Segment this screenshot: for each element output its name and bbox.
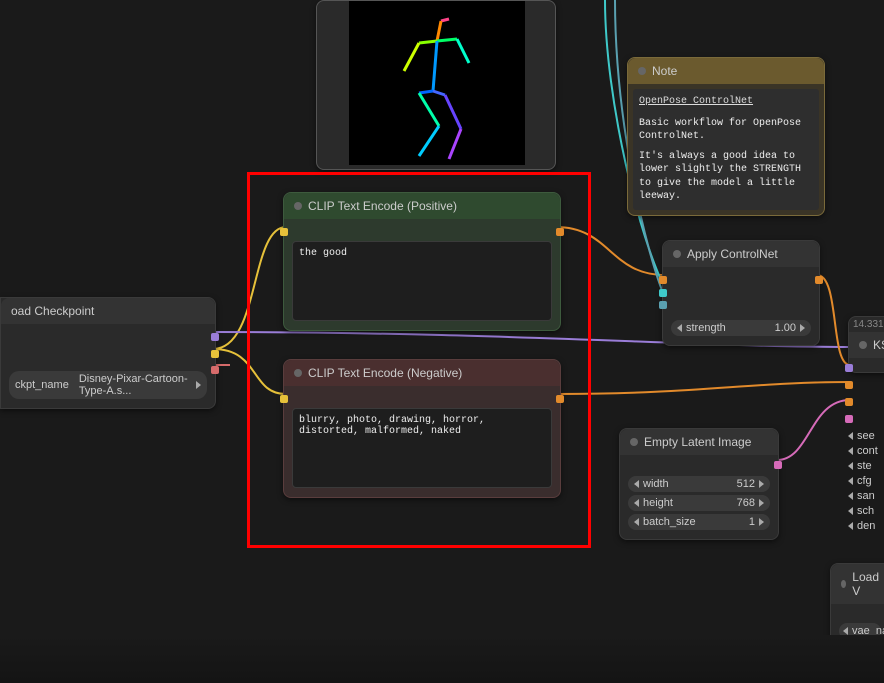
ks-in-sampler[interactable]: san xyxy=(857,490,875,502)
node-graph-canvas[interactable]: Note OpenPose ControlNet Basic workflow … xyxy=(0,0,884,683)
clip-text-encode-positive-node[interactable]: CLIP Text Encode (Positive) xyxy=(283,192,561,331)
port-clip-neg-in[interactable] xyxy=(280,395,288,403)
arrow-left-icon xyxy=(677,324,682,332)
port-cn-controlnet-in[interactable] xyxy=(659,289,667,297)
port-clip-out[interactable] xyxy=(211,350,219,358)
empty-latent-title: Empty Latent Image xyxy=(644,435,751,449)
port-ks-negative-in[interactable] xyxy=(845,398,853,406)
width-value: 512 xyxy=(737,478,755,490)
openpose-preview-image xyxy=(349,1,525,165)
strength-param[interactable]: strength 1.00 xyxy=(671,320,811,336)
note-line2: It's always a good idea to lower slightl… xyxy=(639,150,813,204)
node-collapse-dot[interactable] xyxy=(673,250,681,258)
port-latent-out[interactable] xyxy=(774,461,782,469)
ks-in-steps[interactable]: ste xyxy=(857,460,872,472)
apply-controlnet-node[interactable]: Apply ControlNet strength 1.00 xyxy=(662,240,820,346)
batchsize-param[interactable]: batch_size 1 xyxy=(628,514,770,530)
height-value: 768 xyxy=(737,497,755,509)
arrow-left-icon xyxy=(848,447,853,455)
ks-in-denoise[interactable]: den xyxy=(857,520,875,532)
port-cn-image-in[interactable] xyxy=(659,301,667,309)
port-cn-conditioning-in[interactable] xyxy=(659,276,667,284)
load-checkpoint-node[interactable]: oad Checkpoint ckpt_name Disney-Pixar-Ca… xyxy=(0,297,216,409)
ckpt-name-param[interactable]: ckpt_name Disney-Pixar-Cartoon-Type-A.s.… xyxy=(9,371,207,399)
arrow-right-icon xyxy=(759,480,764,488)
ks-in-cfg[interactable]: cfg xyxy=(857,475,872,487)
ckpt-name-label: ckpt_name xyxy=(15,379,69,391)
strength-label: strength xyxy=(686,322,726,334)
arrow-left-icon xyxy=(848,462,853,470)
port-cn-conditioning-out[interactable] xyxy=(815,276,823,284)
clip-neg-title: CLIP Text Encode (Negative) xyxy=(308,366,462,380)
arrow-left-icon xyxy=(848,477,853,485)
arrow-right-icon xyxy=(759,518,764,526)
batchsize-value: 1 xyxy=(749,516,755,528)
port-ks-model-in[interactable] xyxy=(845,364,853,372)
ksampler-title: KSa xyxy=(873,338,884,352)
node-collapse-dot[interactable] xyxy=(294,369,302,377)
arrow-right-icon xyxy=(196,381,201,389)
image-preview-node[interactable] xyxy=(316,0,556,170)
empty-latent-image-node[interactable]: Empty Latent Image width 512 height 768 … xyxy=(619,428,779,540)
port-vae-out[interactable] xyxy=(211,366,219,374)
arrow-left-icon xyxy=(848,507,853,515)
port-clip-pos-in[interactable] xyxy=(280,228,288,236)
ks-in-control[interactable]: cont xyxy=(857,445,878,457)
port-conditioning-neg-out[interactable] xyxy=(556,395,564,403)
clip-pos-text-input[interactable] xyxy=(292,241,552,321)
bottom-bar xyxy=(0,635,884,683)
ckpt-name-value: Disney-Pixar-Cartoon-Type-A.s... xyxy=(79,373,196,397)
arrow-right-icon xyxy=(800,324,805,332)
ks-in-scheduler[interactable]: sch xyxy=(857,505,874,517)
port-ks-positive-in[interactable] xyxy=(845,381,853,389)
height-label: height xyxy=(643,497,673,509)
load-checkpoint-title: oad Checkpoint xyxy=(11,304,94,318)
height-param[interactable]: height 768 xyxy=(628,495,770,511)
width-label: width xyxy=(643,478,669,490)
arrow-left-icon xyxy=(848,432,853,440)
port-model-out[interactable] xyxy=(211,333,219,341)
note-line1: Basic workflow for OpenPose ControlNet. xyxy=(639,117,813,144)
node-collapse-dot[interactable] xyxy=(859,341,867,349)
note-title: Note xyxy=(652,64,677,78)
strength-value: 1.00 xyxy=(775,322,796,334)
node-collapse-dot[interactable] xyxy=(630,438,638,446)
arrow-left-icon xyxy=(848,522,853,530)
clip-pos-title: CLIP Text Encode (Positive) xyxy=(308,199,457,213)
node-collapse-dot[interactable] xyxy=(841,580,846,588)
arrow-left-icon xyxy=(634,499,639,507)
width-param[interactable]: width 512 xyxy=(628,476,770,492)
arrow-left-icon xyxy=(634,480,639,488)
note-node[interactable]: Note OpenPose ControlNet Basic workflow … xyxy=(627,57,825,216)
arrow-left-icon xyxy=(634,518,639,526)
clip-neg-text-input[interactable] xyxy=(292,408,552,488)
batchsize-label: batch_size xyxy=(643,516,696,528)
ks-in-seed[interactable]: see xyxy=(857,430,875,442)
arrow-left-icon xyxy=(843,627,848,635)
arrow-right-icon xyxy=(759,499,764,507)
port-ks-latent-in[interactable] xyxy=(845,415,853,423)
node-collapse-dot[interactable] xyxy=(294,202,302,210)
note-heading: OpenPose ControlNet xyxy=(639,95,813,109)
ksampler-widget-inputs: see cont ste cfg san sch den xyxy=(848,427,878,535)
node-collapse-dot[interactable] xyxy=(638,67,646,75)
load-vae-title: Load V xyxy=(852,570,879,598)
arrow-left-icon xyxy=(848,492,853,500)
ksampler-time: 14.331s xyxy=(849,317,884,332)
apply-controlnet-title: Apply ControlNet xyxy=(687,247,778,261)
port-conditioning-pos-out[interactable] xyxy=(556,228,564,236)
clip-text-encode-negative-node[interactable]: CLIP Text Encode (Negative) xyxy=(283,359,561,498)
ksampler-node[interactable]: 14.331s KSa xyxy=(848,316,884,373)
